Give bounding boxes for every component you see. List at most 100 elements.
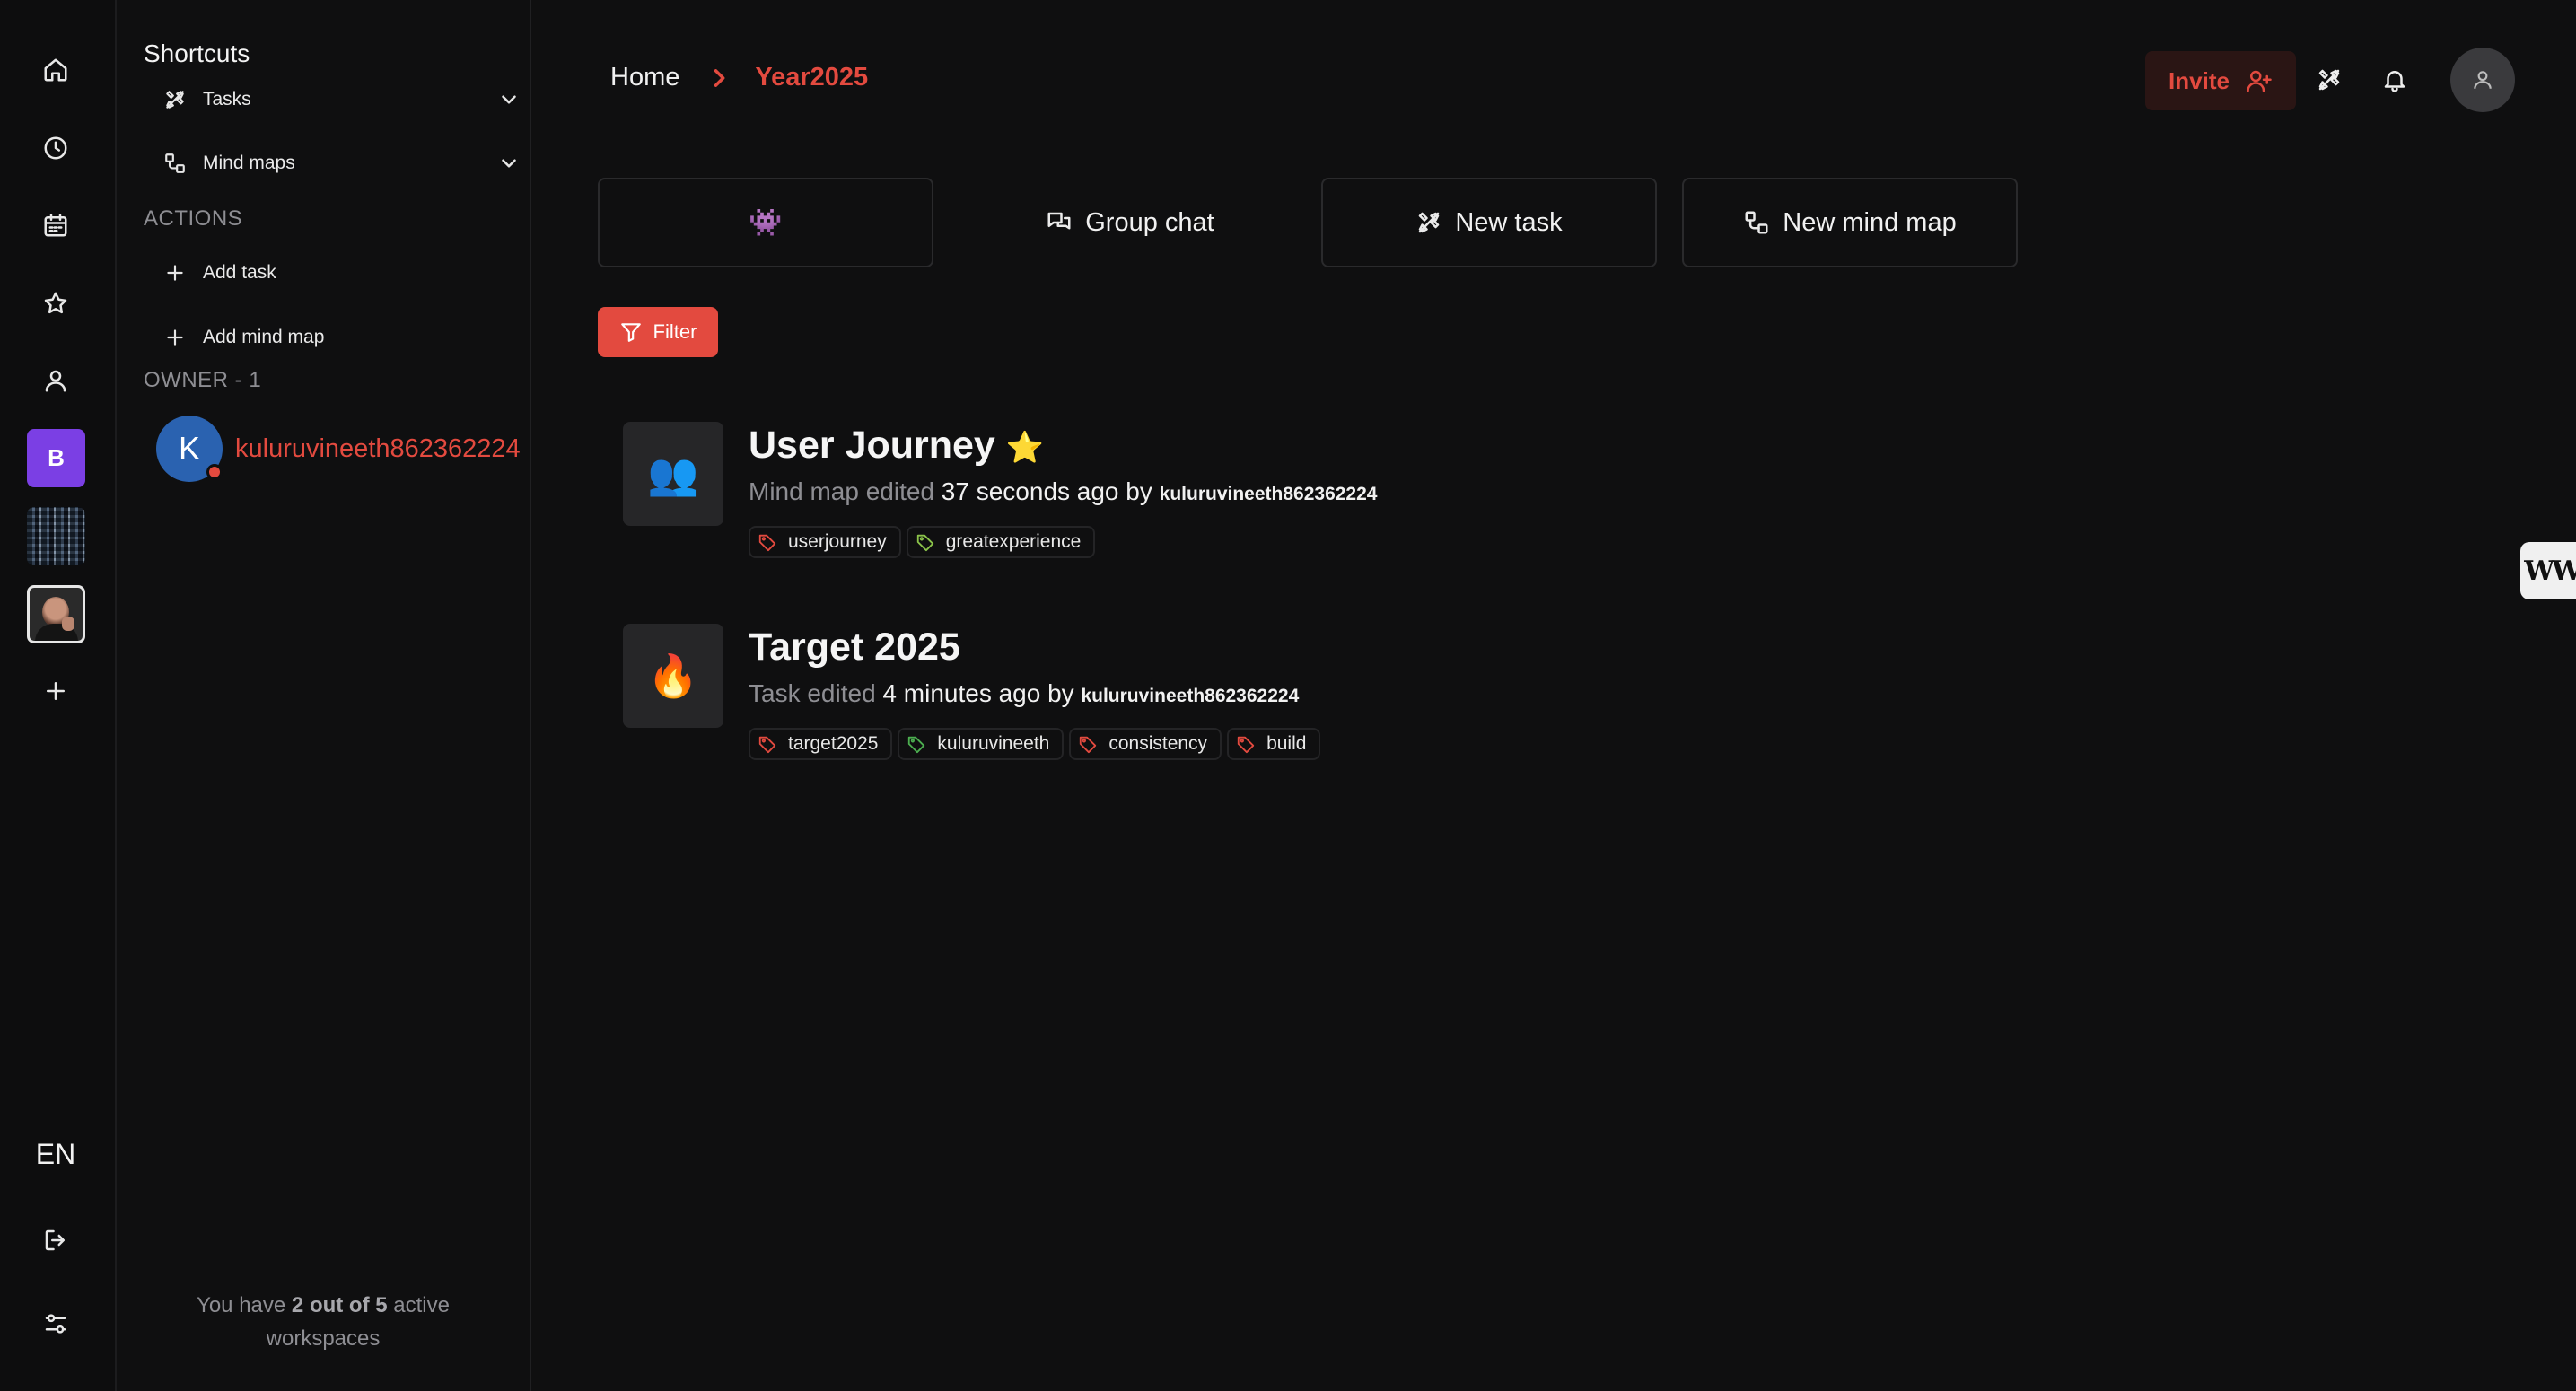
meta-by: by	[1126, 477, 1152, 505]
add-mind-map-label: Add mind map	[203, 327, 325, 347]
tag[interactable]: userjourney	[749, 526, 901, 558]
add-workspace-icon[interactable]	[28, 663, 83, 719]
clock-icon[interactable]	[28, 120, 83, 176]
shortcut-mind-maps-label: Mind maps	[203, 153, 295, 173]
app-root: B EN Shortcuts Tasks Mind maps ACTIONS A…	[0, 0, 2576, 1391]
filter-button[interactable]: Filter	[598, 307, 718, 357]
chevron-right-icon	[706, 66, 732, 91]
bell-icon[interactable]	[2376, 61, 2414, 99]
tag[interactable]: build	[1227, 728, 1321, 760]
new-task-label: New task	[1455, 207, 1563, 237]
meta-time: 4 minutes ago	[882, 679, 1041, 707]
plus-icon	[162, 324, 188, 351]
new-mind-map-label: New mind map	[1783, 207, 1957, 237]
space-invader-emoji: 👾	[749, 207, 783, 238]
plus-icon	[162, 259, 188, 286]
star-icon: ⭐	[1005, 431, 1045, 465]
user-icon[interactable]	[28, 353, 83, 408]
shortcut-tasks-label: Tasks	[203, 89, 251, 109]
mind-map-icon	[1745, 211, 1768, 234]
workspace-b-button[interactable]: B	[27, 429, 85, 487]
tag-icon	[1237, 736, 1255, 754]
tag-list: target2025 kuluruvineeth consistency bui…	[749, 728, 1321, 760]
user-icon	[2474, 71, 2492, 89]
sidebar-title: Shortcuts	[144, 39, 250, 67]
item-title[interactable]: Target 2025	[749, 626, 960, 669]
tag[interactable]: kuluruvineeth	[898, 728, 1065, 760]
tag-label: userjourney	[788, 531, 887, 552]
meta-by: by	[1047, 679, 1074, 707]
actions-heading: ACTIONS	[144, 206, 243, 231]
tag-icon	[758, 736, 776, 754]
tag-label: greatexperience	[945, 531, 1082, 552]
tag-label: kuluruvineeth	[937, 733, 1050, 754]
breadcrumb-current[interactable]: Year2025	[755, 63, 868, 92]
side-widget-tab[interactable]: WW	[2520, 542, 2576, 599]
home-icon[interactable]	[28, 42, 83, 98]
status-dot	[206, 464, 223, 480]
tag-icon	[758, 534, 776, 552]
language-switch[interactable]: EN	[0, 1138, 111, 1171]
profile-avatar[interactable]	[2450, 48, 2515, 112]
avatar: K	[156, 416, 223, 482]
meta-user: kuluruvineeth862362224	[1081, 686, 1300, 706]
usage-prefix: You have	[197, 1293, 292, 1317]
owner-entry[interactable]: K kuluruvineeth862362224	[156, 415, 533, 483]
item-title[interactable]: User Journey ⭐	[749, 424, 1044, 468]
calendar-icon[interactable]	[28, 197, 83, 253]
side-widget-logo-extra: W	[2552, 555, 2576, 587]
shortcut-tasks[interactable]: Tasks	[162, 77, 521, 122]
star-icon[interactable]	[28, 276, 83, 331]
tag-label: target2025	[788, 733, 879, 754]
tag-icon	[908, 736, 925, 754]
new-mind-map-button[interactable]: New mind map	[1682, 178, 2018, 267]
owner-name: kuluruvineeth862362224	[235, 433, 521, 463]
add-task-label: Add task	[203, 262, 276, 283]
chat-icon	[1047, 212, 1071, 230]
tag-label: build	[1266, 733, 1307, 754]
workspace-usage-note: You have 2 out of 5 active workspaces	[153, 1289, 494, 1355]
chevron-down-icon[interactable]	[497, 152, 521, 175]
add-mind-map-button[interactable]: Add mind map	[162, 315, 521, 360]
add-task-button[interactable]: Add task	[162, 250, 521, 295]
meta-type: Mind map edited	[749, 477, 935, 505]
sidebar: Shortcuts Tasks Mind maps ACTIONS Add ta…	[117, 0, 531, 1391]
workspace-thumbnail-2[interactable]	[27, 585, 85, 643]
funnel-icon	[620, 323, 641, 342]
item-title-text: User Journey	[749, 424, 995, 467]
item-thumbnail: 👥	[623, 422, 723, 526]
item-meta: Mind map edited 37 seconds ago by kuluru…	[749, 477, 1377, 506]
breadcrumb-home[interactable]: Home	[610, 63, 679, 92]
mind-map-icon	[162, 150, 188, 177]
tag-icon	[1080, 736, 1097, 754]
avatar-initial: K	[178, 430, 200, 467]
logout-icon[interactable]	[28, 1212, 83, 1268]
tag[interactable]: target2025	[749, 728, 893, 760]
invite-label: Invite	[2169, 66, 2230, 94]
owner-heading: OWNER - 1	[144, 368, 262, 392]
tasks-icon[interactable]	[2310, 61, 2348, 99]
avatar-hand	[62, 617, 74, 631]
tag[interactable]: greatexperience	[906, 526, 1096, 558]
shortcut-mind-maps[interactable]: Mind maps	[162, 141, 521, 186]
meta-type: Task edited	[749, 679, 876, 707]
emoji-quick-action[interactable]: 👾	[598, 178, 933, 267]
tag[interactable]: consistency	[1069, 728, 1222, 760]
new-task-button[interactable]: New task	[1321, 178, 1657, 267]
side-widget-logo: W	[2524, 555, 2554, 587]
usage-count: 2 out of 5	[291, 1293, 388, 1317]
tag-icon	[916, 534, 933, 552]
chevron-down-icon[interactable]	[497, 88, 521, 111]
tag-list: userjourney greatexperience	[749, 526, 1096, 558]
invite-button[interactable]: Invite	[2145, 51, 2296, 110]
meta-user: kuluruvineeth862362224	[1159, 484, 1378, 504]
tasks-icon	[1419, 212, 1440, 233]
breadcrumb: Home Year2025	[610, 63, 868, 92]
group-chat-button[interactable]: Group chat	[962, 178, 1298, 267]
settings-sliders-icon[interactable]	[28, 1296, 83, 1352]
workspace-thumbnail-1[interactable]	[27, 507, 85, 565]
item-meta: Task edited 4 minutes ago by kuluruvinee…	[749, 679, 1299, 708]
tag-label: consistency	[1108, 733, 1208, 754]
meta-time: 37 seconds ago	[941, 477, 1119, 505]
item-title-text: Target 2025	[749, 626, 960, 669]
